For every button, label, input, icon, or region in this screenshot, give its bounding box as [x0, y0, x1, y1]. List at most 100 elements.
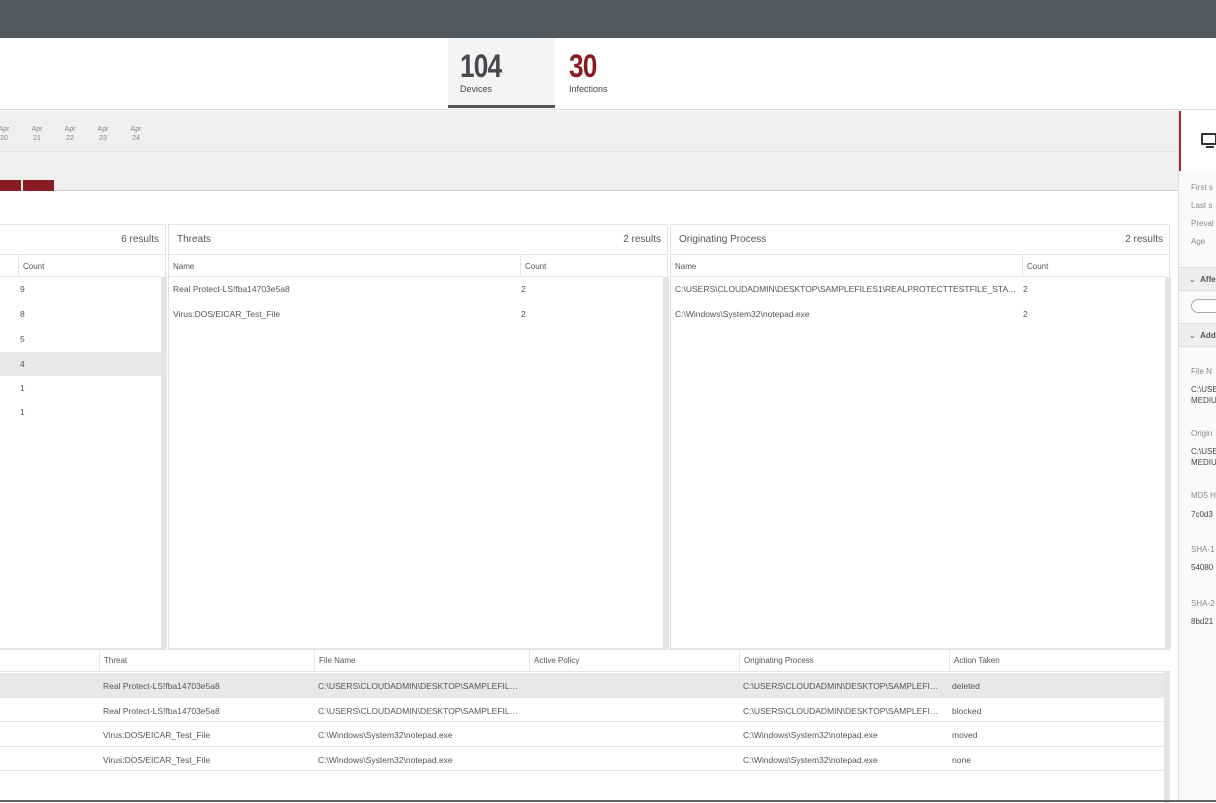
table-row[interactable]: Real Protect-LS!fba14703e5a8 C:\USERS\CL…	[0, 673, 1164, 698]
timeline-bar[interactable]	[23, 180, 54, 191]
originating-process-cell: C:\Windows\System32\notepad.exe	[743, 754, 878, 765]
threat-cell: Virus:DOS/EICAR_Test_File	[103, 754, 211, 765]
info-label-first-seen: First s	[1191, 183, 1213, 192]
threat-cell: Real Protect-LS!fba14703e5a8	[103, 681, 220, 691]
kpi-infections-tab[interactable]: 30 Infections	[557, 38, 657, 108]
timeline-date: Apr 23	[97, 126, 109, 142]
kpi-strip: 104 Devices 30 Infections	[0, 38, 1216, 110]
panel-title: Originating Process	[679, 234, 767, 245]
monitor-icon	[1201, 133, 1216, 145]
scrollbar[interactable]	[663, 277, 669, 648]
threat-count-cell[interactable]: 2	[521, 284, 526, 294]
action-taken-cell: moved	[952, 730, 978, 740]
process-name-cell[interactable]: C:\USERS\CLOUDADMIN\DESKTOP\SAMPLEFILES1…	[675, 284, 1019, 294]
threat-name-cell[interactable]: Virus:DOS/EICAR_Test_File	[173, 309, 513, 319]
count-cell[interactable]: 5	[20, 334, 25, 344]
threat-name-cell[interactable]: Real Protect-LS!fba14703e5a8	[173, 284, 513, 294]
column-header[interactable]	[0, 255, 19, 277]
file-name-cell: C:\Windows\System32\notepad.exe	[318, 754, 453, 765]
scrollbar[interactable]	[1165, 277, 1171, 648]
file-name-cell: C:\Windows\System32\notepad.exe	[318, 730, 453, 740]
details-header[interactable]	[1179, 111, 1216, 171]
panel-title: Threats	[177, 234, 211, 245]
timeline-divider	[0, 151, 1178, 152]
column-header-originating-process[interactable]: Originating Process	[740, 650, 950, 672]
timeline-date: Apr 24	[130, 126, 142, 142]
file-name-cell: C:\USERS\CLOUDADMIN\DESKTOP\SAMPLEFILES.…	[318, 681, 523, 691]
field-label: Origin	[1191, 429, 1213, 438]
detections-table: Threat File Name Active Policy Originati…	[0, 649, 1170, 803]
affected-section-toggle[interactable]: ⌄ Affe	[1179, 267, 1216, 291]
field-label: MD5 H	[1191, 491, 1216, 500]
column-header-count[interactable]: Count	[19, 255, 161, 277]
devices-label: Devices	[460, 84, 493, 94]
table-row[interactable]: Virus:DOS/EICAR_Test_File C:\Windows\Sys…	[0, 747, 1164, 771]
count-cell[interactable]: 9	[20, 284, 25, 294]
count-cell[interactable]: 4	[20, 359, 25, 369]
threat-count-cell[interactable]: 2	[521, 309, 526, 319]
monitor-stand	[1206, 146, 1214, 148]
devices-count: 104	[460, 48, 502, 84]
section-title: ⌄ Add	[1189, 331, 1216, 340]
threat-cell: Real Protect-LS!fba14703e5a8	[103, 705, 220, 716]
results-count: 6 results	[121, 234, 159, 245]
column-header[interactable]	[0, 650, 100, 672]
left-summary-panel: 6 results Count 9 8 5 4 1 1	[0, 224, 167, 649]
timeline-date: Apr 22	[64, 126, 76, 142]
panel-header: Originating Process 2 results	[671, 225, 1169, 255]
count-cell[interactable]: 1	[20, 383, 25, 393]
results-count: 2 results	[623, 234, 661, 245]
column-header-name[interactable]: Name	[169, 255, 521, 277]
top-navigation-bar	[0, 0, 1216, 38]
details-side-panel: First s Last s Preval Age ⌄ Affe ⌄ Add F…	[1178, 111, 1216, 802]
table-row[interactable]: Real Protect-LS!fba14703e5a8 C:\USERS\CL…	[0, 698, 1164, 722]
column-header-action-taken[interactable]: Action Taken	[950, 650, 1170, 672]
process-count-cell[interactable]: 2	[1023, 309, 1028, 319]
field-label: SHA-2	[1191, 599, 1215, 608]
action-taken-cell: blocked	[952, 705, 982, 716]
scrollbar[interactable]	[1164, 672, 1170, 803]
table-row[interactable]: Virus:DOS/EICAR_Test_File C:\Windows\Sys…	[0, 722, 1164, 747]
info-label-last-seen: Last s	[1191, 201, 1213, 210]
count-cell[interactable]: 8	[20, 309, 25, 319]
field-value: 7c0d3	[1191, 510, 1213, 519]
originating-process-cell: C:\USERS\CLOUDADMIN\DESKTOP\SAMPLEFILE..…	[743, 705, 943, 716]
section-title: ⌄ Affe	[1189, 275, 1216, 284]
filter-pill[interactable]	[1191, 299, 1216, 313]
timeline-chart[interactable]: Apr 20 Apr 21 Apr 22 Apr 23 Apr 24	[0, 111, 1178, 191]
column-header-active-policy[interactable]: Active Policy	[530, 650, 740, 672]
field-value: MEDIU	[1191, 396, 1216, 405]
panel-header: Threats 2 results	[169, 225, 667, 255]
info-label-prevalence: Preval	[1191, 219, 1214, 228]
field-value: MEDIU	[1191, 458, 1216, 467]
column-header-file-name[interactable]: File Name	[315, 650, 530, 672]
field-label: SHA-1	[1191, 545, 1215, 554]
scrollbar[interactable]	[161, 277, 167, 648]
column-header-name[interactable]: Name	[671, 255, 1023, 277]
timeline-bar[interactable]	[0, 180, 21, 191]
field-value: 54080	[1191, 563, 1214, 572]
panel-header: 6 results	[0, 225, 165, 255]
additional-section-toggle[interactable]: ⌄ Add	[1179, 323, 1216, 347]
action-taken-cell: deleted	[952, 681, 980, 691]
action-taken-cell: none	[952, 754, 971, 765]
timeline-date: Apr 20	[0, 126, 10, 142]
column-header-count[interactable]: Count	[1023, 255, 1165, 277]
column-header-threat[interactable]: Threat	[100, 650, 315, 672]
kpi-devices-tab[interactable]: 104 Devices	[448, 38, 555, 108]
process-count-cell[interactable]: 2	[1023, 284, 1028, 294]
info-label-age: Age	[1191, 237, 1206, 246]
infections-count: 30	[569, 48, 597, 84]
column-header-count[interactable]: Count	[521, 255, 663, 277]
originating-process-cell: C:\Windows\System32\notepad.exe	[743, 730, 878, 740]
field-value: C:\USE	[1191, 447, 1216, 456]
originating-process-panel: Originating Process 2 results Name Count…	[670, 224, 1171, 649]
results-count: 2 results	[1125, 234, 1163, 245]
process-name-cell[interactable]: C:\Windows\System32\notepad.exe	[675, 309, 1019, 319]
count-cell[interactable]: 1	[20, 407, 25, 417]
timeline-date: Apr 21	[31, 126, 43, 142]
file-name-cell: C:\USERS\CLOUDADMIN\DESKTOP\SAMPLEFILES.…	[318, 705, 523, 716]
originating-process-cell: C:\USERS\CLOUDADMIN\DESKTOP\SAMPLEFILE..…	[743, 681, 943, 691]
field-value: 8bd21	[1191, 617, 1214, 626]
threat-cell: Virus:DOS/EICAR_Test_File	[103, 730, 211, 740]
